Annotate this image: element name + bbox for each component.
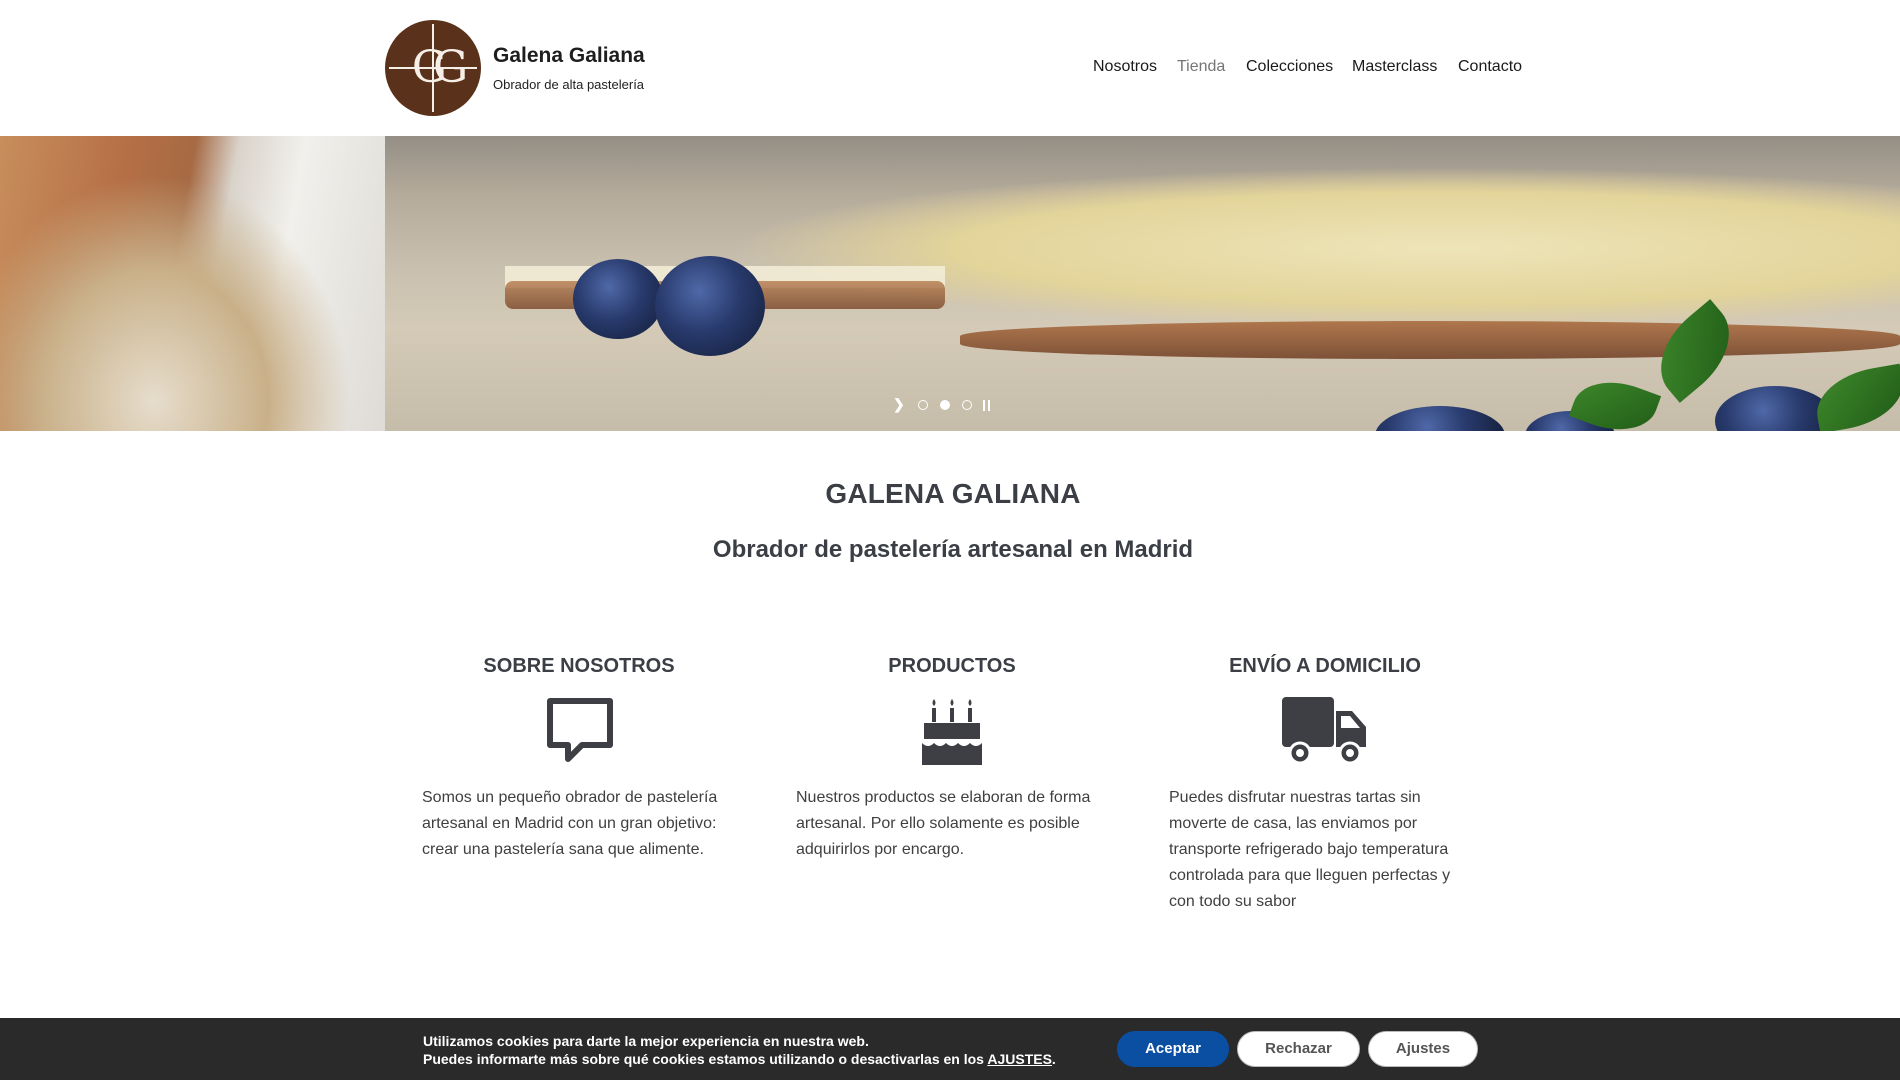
cookie-banner: Utilizamos cookies para darte la mejor e…: [0, 1018, 1900, 1080]
nav-item-masterclass[interactable]: Masterclass: [1352, 58, 1437, 76]
truck-icon: [1282, 697, 1366, 765]
nav-item-tienda[interactable]: Tienda: [1177, 58, 1225, 76]
page-title: GALENA GALIANA: [825, 478, 1081, 509]
nav-item-nosotros[interactable]: Nosotros: [1093, 58, 1157, 76]
speech-bubble-icon: [547, 698, 613, 762]
blueberry: [655, 256, 765, 356]
cookie-message: Utilizamos cookies para darte la mejor e…: [423, 1032, 1056, 1068]
slider-dot-3[interactable]: [962, 400, 972, 410]
blueberry: [573, 259, 663, 339]
pause-icon[interactable]: [982, 400, 991, 411]
cookie-message-line-2: Puedes informarte más sobre qué cookies …: [423, 1050, 1056, 1068]
blueberry: [1375, 406, 1505, 431]
feature-text-envio: Puedes disfrutar nuestras tartas sin mov…: [1169, 789, 1451, 910]
brand-title[interactable]: Galena Galiana: [493, 44, 645, 68]
mint-leaf: [1810, 363, 1900, 431]
hero-image-previous: [0, 136, 385, 431]
cookie-message-line-1: Utilizamos cookies para darte la mejor e…: [423, 1033, 869, 1049]
feature-title-productos: PRODUCTOS: [888, 655, 1016, 677]
site-header: GG Galena Galiana Obrador de alta pastel…: [0, 0, 1900, 136]
slider-dot-2[interactable]: [940, 400, 950, 410]
cake-crust: [960, 321, 1900, 359]
cookie-settings-link[interactable]: AJUSTES: [987, 1051, 1052, 1067]
slider-dot-1[interactable]: [918, 400, 928, 410]
hero-slider[interactable]: [0, 136, 1900, 431]
cookie-settings-button[interactable]: Ajustes: [1368, 1031, 1478, 1067]
nav-item-contacto[interactable]: Contacto: [1458, 58, 1522, 76]
page-subtitle: Obrador de pastelería artesanal en Madri…: [712, 536, 1194, 563]
feature-title-envio: ENVÍO A DOMICILIO: [1229, 655, 1421, 677]
birthday-cake-icon: [922, 699, 982, 765]
cookie-message-suffix: .: [1051, 1051, 1056, 1067]
reject-cookies-button[interactable]: Rechazar: [1237, 1031, 1360, 1067]
hero-image-current: [385, 136, 1900, 431]
brand-logo[interactable]: GG: [385, 20, 481, 116]
feature-title-nosotros: SOBRE NOSOTROS: [483, 655, 675, 677]
logo-monogram: GG: [411, 42, 468, 93]
brand-subtitle: Obrador de alta pastelería: [493, 77, 645, 92]
feature-text-productos: Nuestros productos se elaboran de forma …: [796, 789, 1091, 858]
feature-text-nosotros: Somos un pequeño obrador de pastelería a…: [422, 789, 718, 858]
cookie-message-prefix: Puedes informarte más sobre qué cookies …: [423, 1051, 988, 1067]
chevron-right-icon[interactable]: ❯: [893, 396, 905, 413]
nav-item-colecciones[interactable]: Colecciones: [1246, 58, 1333, 76]
accept-cookies-button[interactable]: Aceptar: [1117, 1031, 1229, 1067]
